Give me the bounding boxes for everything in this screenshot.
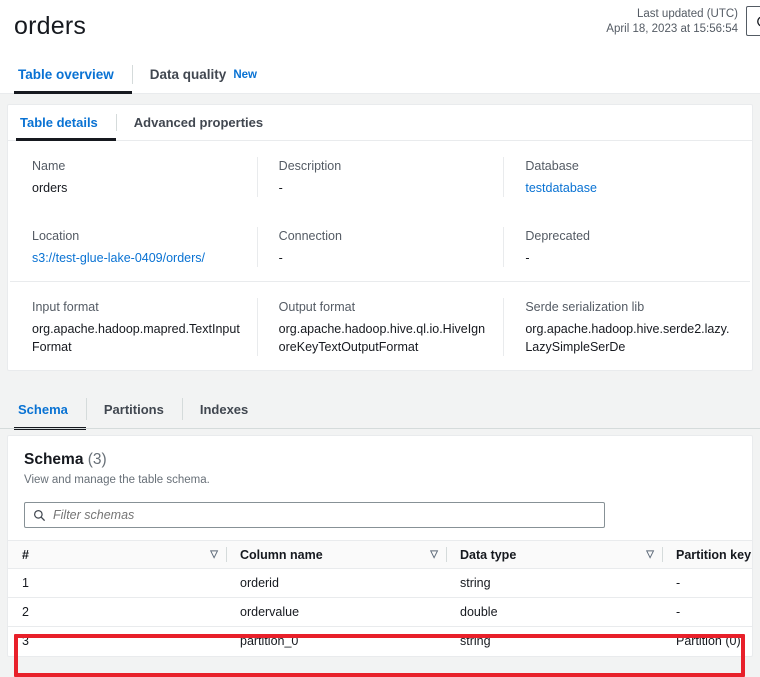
top-tab-bar: Table overview Data quality New [0, 56, 760, 94]
schema-header: Schema (3) View and manage the table sch… [8, 436, 752, 498]
column-header-column-name[interactable]: Column name ▽ [226, 540, 446, 569]
detail-value: - [278, 251, 283, 265]
schema-filter-wrap [8, 498, 752, 540]
schema-table-header-row: # ▽ Column name ▽ Data type ▽ Partition … [8, 540, 752, 569]
cell-number: 3 [22, 634, 29, 649]
tab-table-details[interactable]: Table details [16, 105, 116, 141]
cell-data-type: string [460, 634, 491, 649]
location-link[interactable]: s3://test-glue-lake-0409/orders/ [32, 249, 241, 267]
last-updated-value: April 18, 2023 at 15:56:54 [606, 23, 738, 35]
tab-table-overview-label: Table overview [18, 67, 114, 82]
table-row[interactable]: 3 partition_0 string Partition (0) [8, 627, 752, 656]
column-header-number[interactable]: # ▽ [8, 540, 226, 569]
column-header-column-name-label: Column name [240, 547, 323, 562]
cell-number: 2 [8, 597, 226, 627]
schema-card: Schema (3) View and manage the table sch… [7, 435, 753, 657]
detail-field-location: Location s3://test-glue-lake-0409/orders… [10, 227, 257, 267]
detail-value: - [525, 251, 530, 265]
detail-field-output-format: Output format org.apache.hadoop.hive.ql.… [256, 298, 504, 356]
detail-field-name: Name orders [10, 157, 257, 197]
detail-label: Database [525, 159, 579, 173]
detail-field-database: Database testdatabase [503, 157, 750, 197]
cell-column-name: partition_0 [240, 634, 299, 649]
refresh-button[interactable] [746, 6, 760, 36]
schema-title-text: Schema [24, 451, 84, 468]
cell-number: 1 [8, 568, 226, 598]
detail-field-description: Description - [256, 157, 504, 197]
tab-partitions[interactable]: Partitions [85, 389, 182, 429]
schema-filter-input[interactable] [53, 508, 596, 522]
tab-schema[interactable]: Schema [14, 389, 86, 430]
column-header-data-type[interactable]: Data type ▽ [446, 540, 662, 569]
tab-partitions-label: Partitions [103, 401, 164, 417]
schema-filter-box[interactable] [24, 502, 605, 528]
detail-label: Serde serialization lib [525, 300, 645, 314]
detail-field-deprecated: Deprecated - [503, 227, 750, 267]
table-details-card: Table details Advanced properties Name o… [7, 104, 753, 371]
detail-label: Name [32, 159, 66, 173]
detail-field-serde: Serde serialization lib org.apache.hadoo… [503, 298, 750, 356]
sort-descending-icon[interactable]: ▽ [430, 549, 438, 560]
tab-advanced-properties[interactable]: Advanced properties [115, 105, 281, 140]
schema-table-body: 1 orderid string - 2 ordervalue double -… [8, 568, 752, 656]
refresh-icon [756, 16, 760, 26]
cell-partition-key: - [662, 597, 752, 627]
detail-value: orders [32, 181, 68, 195]
tab-advanced-properties-label: Advanced properties [133, 115, 264, 130]
cell-data-type: string [446, 568, 662, 598]
cell-partition-key: Partition (0) [676, 634, 741, 649]
cell-column-name: ordervalue [226, 597, 446, 627]
cell-partition-key: - [662, 568, 752, 598]
schema-count: (3) [87, 451, 107, 468]
detail-value: org.apache.hadoop.mapred.TextInputFormat [32, 322, 240, 354]
column-header-partition-key-label: Partition key [676, 547, 752, 562]
table-details-body: Name orders Description - Database testd… [8, 141, 752, 370]
cell-column-name: orderid [226, 568, 446, 598]
table-row[interactable]: 2 ordervalue double - [8, 597, 752, 627]
detail-value: - [278, 181, 283, 195]
detail-label: Output format [278, 300, 356, 314]
detail-label: Deprecated [525, 229, 590, 243]
tab-data-quality-label: Data quality [149, 67, 227, 82]
last-updated-label: Last updated (UTC) [637, 8, 738, 20]
schema-title: Schema (3) [24, 450, 736, 470]
app-root: orders Last updated (UTC) April 18, 2023… [0, 0, 760, 677]
detail-row: Input format org.apache.hadoop.mapred.Te… [10, 281, 750, 370]
tab-indexes[interactable]: Indexes [181, 389, 266, 429]
detail-field-input-format: Input format org.apache.hadoop.mapred.Te… [10, 298, 257, 356]
last-updated-block: Last updated (UTC) April 18, 2023 at 15:… [606, 6, 738, 37]
page-header: orders Last updated (UTC) April 18, 2023… [0, 0, 760, 56]
cell-data-type: double [446, 597, 662, 627]
column-header-data-type-label: Data type [460, 547, 517, 562]
tab-table-details-label: Table details [20, 115, 98, 130]
schema-table-head: # ▽ Column name ▽ Data type ▽ Partition … [8, 540, 752, 569]
column-header-number-label: # [22, 547, 29, 562]
detail-label: Connection [278, 229, 342, 243]
tab-schema-label: Schema [18, 401, 68, 417]
detail-row: Location s3://test-glue-lake-0409/orders… [10, 211, 750, 281]
detail-label: Description [278, 159, 342, 173]
header-right-group: Last updated (UTC) April 18, 2023 at 15:… [606, 6, 760, 37]
database-link[interactable]: testdatabase [525, 179, 734, 197]
column-header-partition-key[interactable]: Partition key [662, 540, 752, 569]
sort-descending-icon[interactable]: ▽ [646, 549, 654, 560]
detail-label: Location [32, 229, 80, 243]
tab-indexes-label: Indexes [199, 401, 249, 417]
detail-label: Input format [32, 300, 99, 314]
detail-row: Name orders Description - Database testd… [10, 141, 750, 211]
schema-subtitle: View and manage the table schema. [24, 474, 210, 486]
schema-table: # ▽ Column name ▽ Data type ▽ Partition … [8, 540, 752, 656]
tab-table-overview[interactable]: Table overview [14, 56, 132, 94]
tab-data-quality[interactable]: Data quality New [131, 56, 275, 93]
table-details-tab-bar: Table details Advanced properties [8, 105, 752, 141]
sort-descending-icon[interactable]: ▽ [210, 549, 218, 560]
new-badge: New [233, 68, 257, 81]
detail-field-connection: Connection - [256, 227, 504, 267]
detail-value: org.apache.hadoop.hive.serde2.lazy.LazyS… [525, 322, 730, 354]
schema-tab-bar: Schema Partitions Indexes [0, 389, 760, 430]
detail-value: org.apache.hadoop.hive.ql.io.HiveIgnoreK… [278, 322, 486, 354]
search-icon [34, 509, 46, 521]
table-row[interactable]: 1 orderid string - [8, 568, 752, 598]
